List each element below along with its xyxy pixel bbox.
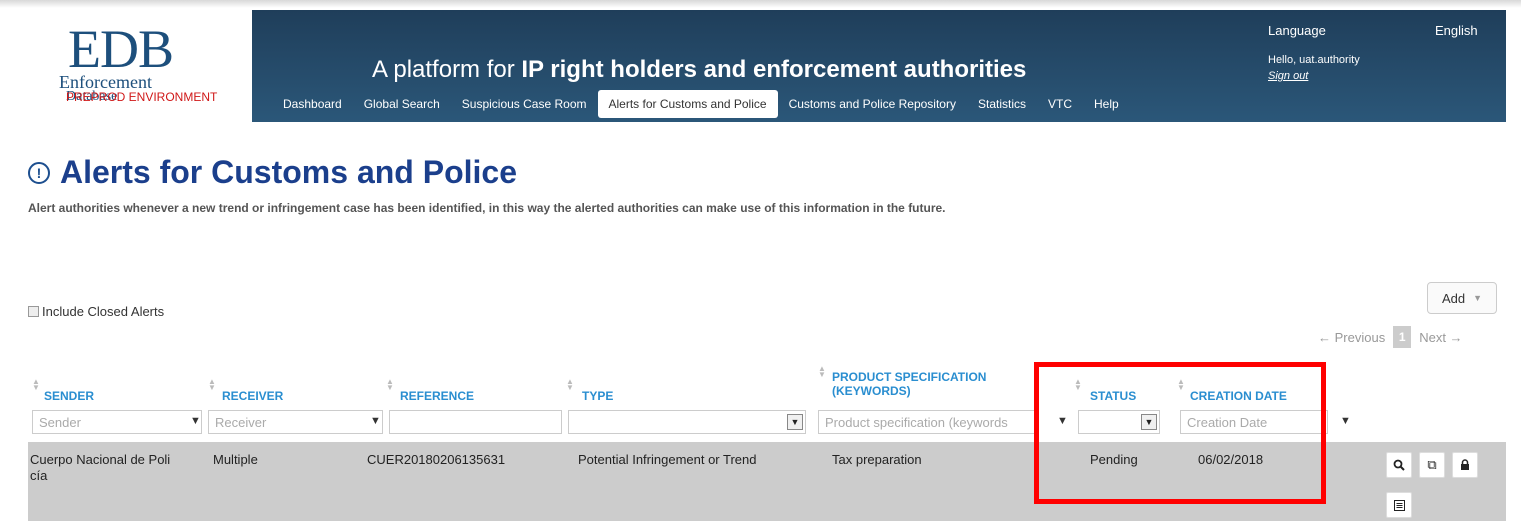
nav-global-search[interactable]: Global Search xyxy=(353,90,451,118)
col-type[interactable]: TYPE xyxy=(582,389,613,403)
receiver-filter[interactable]: Receiver xyxy=(208,410,383,434)
cell-reference: CUER20180206135631 xyxy=(367,452,506,467)
filter-icon[interactable]: ▼ xyxy=(190,415,201,427)
col-sender[interactable]: SENDER xyxy=(44,389,94,403)
filter-icon[interactable]: ▼ xyxy=(1340,415,1351,427)
language-label: Language xyxy=(1268,23,1326,38)
search-icon xyxy=(1393,459,1405,471)
sender-filter[interactable]: Sender xyxy=(32,410,202,434)
lock-button[interactable] xyxy=(1452,452,1478,478)
page: EDB Enforcement Database PREPROD ENVIRON… xyxy=(0,0,1521,521)
nav-vtc[interactable]: VTC xyxy=(1037,90,1083,118)
page-description: Alert authorities whenever a new trend o… xyxy=(28,201,946,215)
sort-icon[interactable]: ▲ ▼ xyxy=(818,365,826,379)
nav-alerts[interactable]: Alerts for Customs and Police xyxy=(597,90,778,118)
nav-help[interactable]: Help xyxy=(1083,90,1130,118)
tagline-prefix: A platform for xyxy=(372,56,522,83)
col-product[interactable]: PRODUCT SPECIFICATION (KEYWORDS) xyxy=(832,370,986,398)
product-filter[interactable]: Product specification (keywords xyxy=(818,410,1036,434)
list-icon xyxy=(1393,499,1405,511)
lock-icon xyxy=(1461,459,1469,470)
cell-type: Potential Infringement or Trend xyxy=(578,452,757,467)
cell-receiver: Multiple xyxy=(213,452,258,467)
caret-down-icon: ▼ xyxy=(1473,293,1483,303)
nav-suspicious-case-room[interactable]: Suspicious Case Room xyxy=(451,90,598,118)
add-button-label: Add xyxy=(1441,290,1466,306)
logo-edb: EDB xyxy=(68,19,174,79)
pager-next[interactable]: Next → xyxy=(1419,330,1462,345)
cell-sender: Cuerpo Nacional de Poli cía xyxy=(30,452,170,484)
col-receiver[interactable]: RECEIVER xyxy=(222,389,283,403)
filter-icon[interactable]: ▼ xyxy=(370,415,381,427)
highlight-box xyxy=(1034,362,1326,504)
details-button[interactable] xyxy=(1386,492,1412,518)
include-closed-label: Include Closed Alerts xyxy=(42,304,165,319)
sort-icon[interactable]: ▲ ▼ xyxy=(32,378,40,392)
tagline: A platform for IP right holders and enfo… xyxy=(372,56,1026,84)
top-shadow xyxy=(0,0,1521,8)
type-select[interactable]: ▼ xyxy=(568,410,806,434)
title-row: ! Alerts for Customs and Police xyxy=(28,154,517,191)
pagination: ← Previous 1 Next → xyxy=(1318,326,1463,348)
include-closed-checkbox[interactable] xyxy=(28,306,39,317)
header-bar: A platform for IP right holders and enfo… xyxy=(252,10,1506,122)
environment-label: PREPROD ENVIRONMENT xyxy=(66,90,218,104)
sort-icon[interactable]: ▲ ▼ xyxy=(386,378,394,392)
cell-sender-line2: cía xyxy=(30,468,48,483)
include-closed-row: Include Closed Alerts xyxy=(28,304,164,319)
tagline-bold: IP right holders and enforcement authori… xyxy=(521,56,1027,83)
sort-icon[interactable]: ▲ ▼ xyxy=(208,378,216,392)
cell-product: Tax preparation xyxy=(832,452,922,467)
main-nav: Dashboard Global Search Suspicious Case … xyxy=(272,90,1130,118)
logo[interactable]: EDB Enforcement Database PREPROD ENVIRON… xyxy=(18,10,252,122)
sign-out-link[interactable]: Sign out xyxy=(1268,70,1308,82)
copy-button[interactable]: ⧉ xyxy=(1419,452,1445,478)
user-greeting: Hello, uat.authority xyxy=(1268,54,1360,66)
sort-icon[interactable]: ▲ ▼ xyxy=(566,378,574,392)
nav-repository[interactable]: Customs and Police Repository xyxy=(778,90,967,118)
language-selector[interactable]: English xyxy=(1435,23,1478,38)
cell-sender-line1: Cuerpo Nacional de Poli xyxy=(30,452,171,467)
col-product-line2: (KEYWORDS) xyxy=(832,384,911,398)
add-button[interactable]: Add ▼ xyxy=(1427,282,1497,314)
view-button[interactable] xyxy=(1386,452,1412,478)
reference-filter[interactable] xyxy=(389,410,562,434)
page-title: Alerts for Customs and Police xyxy=(60,154,517,190)
col-product-line1: PRODUCT SPECIFICATION xyxy=(832,370,987,384)
nav-statistics[interactable]: Statistics xyxy=(967,90,1037,118)
pager-previous[interactable]: ← Previous xyxy=(1318,330,1385,345)
chevron-down-icon: ▼ xyxy=(787,414,803,430)
pager-current-page[interactable]: 1 xyxy=(1393,326,1412,348)
alert-icon: ! xyxy=(28,161,50,184)
copy-icon: ⧉ xyxy=(1427,457,1437,472)
nav-dashboard[interactable]: Dashboard xyxy=(272,90,353,118)
col-reference[interactable]: REFERENCE xyxy=(400,389,474,403)
